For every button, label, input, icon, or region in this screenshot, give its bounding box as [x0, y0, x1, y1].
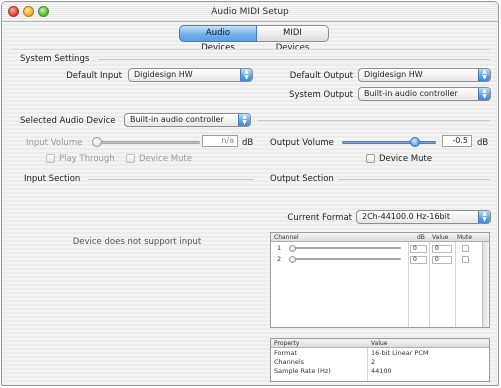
popup-arrows-icon: ▲ ▼	[240, 69, 252, 81]
input-volume-slider[interactable]	[94, 141, 200, 144]
channel-mute-checkbox[interactable]	[462, 245, 469, 252]
system-output-popup[interactable]: Built-in audio controller ▲ ▼	[358, 87, 491, 101]
channel-db-field[interactable]: 0	[410, 256, 427, 264]
title-bar[interactable]: Audio MIDI Setup	[2, 2, 498, 22]
db-column-header[interactable]: dB	[417, 233, 425, 242]
channel-table-header: Channel dB Value Mute	[271, 233, 489, 242]
output-section-divider	[338, 179, 490, 180]
selected-audio-device-popup[interactable]: Built-in audio controller ▲ ▼	[124, 113, 251, 127]
play-through-checkbox[interactable]	[46, 154, 55, 163]
output-device-mute-checkbox[interactable]	[366, 154, 375, 163]
output-device-mute-label: Device Mute	[379, 154, 433, 164]
selected-audio-device-value: Built-in audio controller	[130, 115, 224, 124]
column-divider	[408, 242, 409, 327]
property-name: Channels	[274, 358, 305, 366]
default-output-label: Default Output	[289, 71, 353, 81]
system-settings-heading: System Settings	[20, 54, 90, 64]
property-name: Format	[274, 349, 297, 357]
play-through-label: Play Through	[59, 154, 115, 164]
current-format-popup[interactable]: 2Ch-44100.0 Hz-16bit ▲ ▼	[356, 210, 491, 224]
selected-device-divider	[258, 120, 490, 121]
property-column-header[interactable]: Property	[274, 339, 299, 348]
value-column-header[interactable]: Value	[371, 339, 387, 348]
system-output-value: Built-in audio controller	[364, 89, 458, 98]
channel-number: 2	[277, 255, 282, 263]
output-volume-label: Output Volume	[270, 138, 334, 148]
tab-bar: Audio Devices MIDI Devices	[179, 25, 329, 53]
current-format-value: 2Ch-44100.0 Hz-16bit	[362, 212, 450, 221]
output-volume-slider[interactable]	[342, 141, 436, 144]
channel-volume-knob[interactable]	[289, 245, 296, 252]
tab-audio-devices[interactable]: Audio Devices	[179, 25, 257, 53]
property-table: Property Value Format 16-bit Linear PCM …	[270, 338, 490, 382]
channel-volume-knob[interactable]	[289, 256, 296, 263]
input-device-mute-checkbox[interactable]	[126, 154, 135, 163]
property-table-header: Property Value	[271, 339, 489, 348]
property-name: Sample Rate (Hz)	[274, 367, 331, 375]
default-input-value: Digidesign HW	[134, 70, 193, 79]
channel-number: 1	[277, 244, 282, 252]
column-divider	[455, 242, 456, 327]
no-input-message: Device does not support input	[72, 237, 202, 247]
output-volume-knob[interactable]	[410, 137, 421, 147]
input-volume-label: Input Volume	[26, 138, 83, 148]
input-device-mute-label: Device Mute	[139, 154, 193, 164]
channel-value-field[interactable]: 0	[432, 245, 452, 253]
popup-arrows-icon: ▲ ▼	[478, 88, 490, 100]
window-title: Audio MIDI Setup	[211, 7, 289, 17]
property-value: 2	[371, 358, 376, 366]
channel-db-field[interactable]: 0	[410, 245, 427, 253]
output-volume-unit: dB	[477, 138, 489, 148]
output-section-heading: Output Section	[270, 174, 334, 184]
popup-arrows-icon: ▲ ▼	[478, 211, 490, 223]
default-output-popup[interactable]: Digidesign HW ▲ ▼	[358, 68, 491, 82]
channel-mute-checkbox[interactable]	[462, 256, 469, 263]
channel-volume-slider[interactable]	[289, 258, 401, 260]
current-format-label: Current Format	[287, 213, 352, 223]
channel-column-header[interactable]: Channel	[274, 233, 299, 242]
default-input-popup[interactable]: Digidesign HW ▲ ▼	[128, 68, 253, 82]
channel-value-field[interactable]: 0	[432, 256, 452, 264]
input-volume-unit: dB	[242, 138, 254, 148]
default-output-value: Digidesign HW	[364, 70, 423, 79]
mute-column-header[interactable]: Mute	[457, 233, 472, 242]
column-divider	[429, 242, 430, 327]
property-value: 16-bit Linear PCM	[371, 349, 429, 357]
channel-volume-slider[interactable]	[289, 247, 401, 249]
input-volume-field: n/a	[202, 135, 238, 147]
property-value: 44100	[371, 367, 392, 375]
selected-audio-device-label: Selected Audio Device	[20, 116, 116, 126]
audio-midi-setup-window: Audio MIDI Setup Audio Devices MIDI Devi…	[1, 1, 499, 386]
tab-panel-divider	[12, 49, 490, 50]
channel-table: Channel dB Value Mute 1 0 0 2 0 0	[270, 232, 490, 328]
input-volume-knob[interactable]	[92, 137, 102, 147]
channel-table-scrollbar[interactable]	[482, 242, 489, 327]
system-settings-divider	[98, 59, 490, 60]
value-column-header[interactable]: Value	[432, 233, 448, 242]
popup-arrows-icon: ▲ ▼	[238, 114, 250, 126]
popup-arrows-icon: ▲ ▼	[478, 69, 490, 81]
input-section-divider	[88, 179, 254, 180]
tab-midi-devices[interactable]: MIDI Devices	[257, 25, 329, 53]
default-input-label: Default Input	[66, 71, 122, 81]
system-output-label: System Output	[289, 90, 353, 100]
output-volume-field[interactable]: -0.5	[442, 135, 472, 147]
column-divider	[367, 348, 368, 381]
input-section-heading: Input Section	[24, 174, 81, 184]
